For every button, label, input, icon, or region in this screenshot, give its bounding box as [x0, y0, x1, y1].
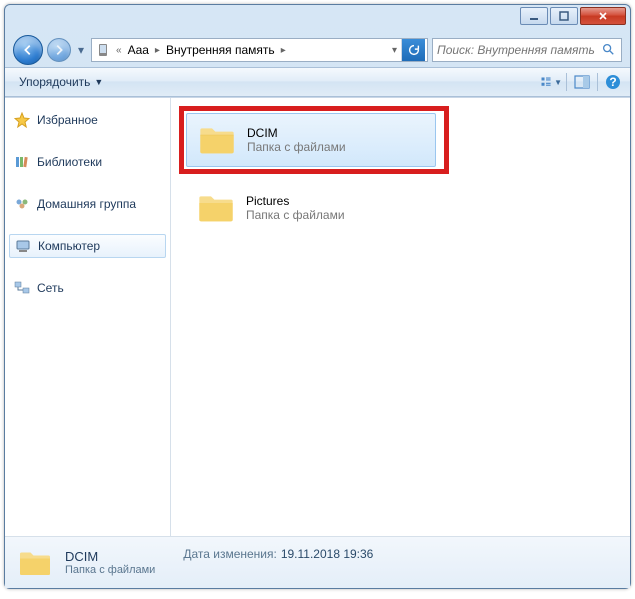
computer-icon — [14, 237, 32, 255]
explorer-window: ▾ « Aaa ▸ Внутренняя память ▸ ▾ Упоряд — [4, 4, 631, 589]
chevron-down-icon: ▼ — [554, 78, 562, 87]
library-icon — [13, 153, 31, 171]
star-icon — [13, 111, 31, 129]
svg-text:?: ? — [609, 75, 616, 89]
address-bar[interactable]: « Aaa ▸ Внутренняя память ▸ ▾ — [91, 38, 428, 62]
device-icon — [94, 41, 112, 59]
folder-name: Pictures — [246, 194, 345, 208]
toolbar-separator — [566, 73, 567, 91]
breadcrumb-item[interactable]: Aaa — [126, 43, 151, 57]
folder-item-dcim[interactable]: DCIM Папка с файлами — [186, 113, 436, 167]
refresh-button[interactable] — [401, 39, 425, 61]
sidebar-item-label: Компьютер — [38, 239, 100, 253]
search-input[interactable] — [437, 43, 597, 57]
window-controls — [520, 7, 626, 25]
command-bar: Упорядочить ▼ ▼ ? — [5, 67, 630, 97]
search-box[interactable] — [432, 38, 622, 62]
details-name: DCIM — [65, 549, 155, 564]
file-list[interactable]: DCIM Папка с файлами Pictures Папка с фа… — [171, 98, 630, 536]
chevron-down-icon: ▼ — [94, 77, 103, 87]
navigation-pane: Избранное Библиотеки Домашняя группа Ком… — [5, 98, 171, 536]
nav-bar: ▾ « Aaa ▸ Внутренняя память ▸ ▾ — [5, 33, 630, 67]
network-icon — [13, 279, 31, 297]
help-button[interactable]: ? — [602, 71, 624, 93]
sidebar-item-favorites[interactable]: Избранное — [5, 108, 170, 132]
sidebar-item-homegroup[interactable]: Домашняя группа — [5, 192, 170, 216]
sidebar-item-label: Сеть — [37, 281, 64, 295]
sidebar-item-label: Избранное — [37, 113, 98, 127]
details-meta: Дата изменения: 19.11.2018 19:36 — [183, 547, 373, 561]
address-dropdown-icon[interactable]: ▾ — [388, 45, 401, 56]
forward-button[interactable] — [47, 38, 71, 62]
folder-icon — [196, 188, 236, 228]
title-bar — [5, 5, 630, 33]
nav-history-dropdown[interactable]: ▾ — [75, 40, 87, 60]
toolbar-separator — [597, 73, 598, 91]
back-button[interactable] — [13, 35, 43, 65]
folder-text: Pictures Папка с файлами — [246, 194, 345, 222]
folder-item-pictures[interactable]: Pictures Папка с файлами — [186, 182, 436, 234]
folder-desc: Папка с файлами — [246, 208, 345, 222]
highlight-annotation: DCIM Папка с файлами — [179, 106, 449, 174]
date-label: Дата изменения: — [183, 547, 277, 561]
details-desc: Папка с файлами — [65, 564, 155, 576]
view-options-button[interactable]: ▼ — [540, 71, 562, 93]
search-icon[interactable] — [601, 42, 617, 58]
maximize-button[interactable] — [550, 7, 578, 25]
sidebar-item-computer[interactable]: Компьютер — [9, 234, 166, 258]
breadcrumb-separator[interactable]: « — [112, 45, 126, 56]
body-area: Избранное Библиотеки Домашняя группа Ком… — [5, 97, 630, 536]
minimize-button[interactable] — [520, 7, 548, 25]
sidebar-item-libraries[interactable]: Библиотеки — [5, 150, 170, 174]
homegroup-icon — [13, 195, 31, 213]
breadcrumb-chevron-icon[interactable]: ▸ — [277, 45, 290, 56]
sidebar-item-network[interactable]: Сеть — [5, 276, 170, 300]
breadcrumb-chevron-icon[interactable]: ▸ — [151, 45, 164, 56]
date-value: 19.11.2018 19:36 — [281, 547, 374, 561]
folder-icon — [197, 120, 237, 160]
preview-pane-button[interactable] — [571, 71, 593, 93]
sidebar-item-label: Библиотеки — [37, 155, 102, 169]
sidebar-item-label: Домашняя группа — [37, 197, 136, 211]
organize-label: Упорядочить — [19, 75, 90, 89]
breadcrumb-item[interactable]: Внутренняя память — [164, 43, 277, 57]
details-pane: DCIM Папка с файлами Дата изменения: 19.… — [5, 536, 630, 588]
organize-button[interactable]: Упорядочить ▼ — [11, 71, 111, 93]
folder-desc: Папка с файлами — [247, 140, 346, 154]
folder-text: DCIM Папка с файлами — [247, 126, 346, 154]
folder-icon — [17, 545, 53, 581]
folder-name: DCIM — [247, 126, 346, 140]
details-text: DCIM Папка с файлами — [65, 549, 155, 576]
close-button[interactable] — [580, 7, 626, 25]
